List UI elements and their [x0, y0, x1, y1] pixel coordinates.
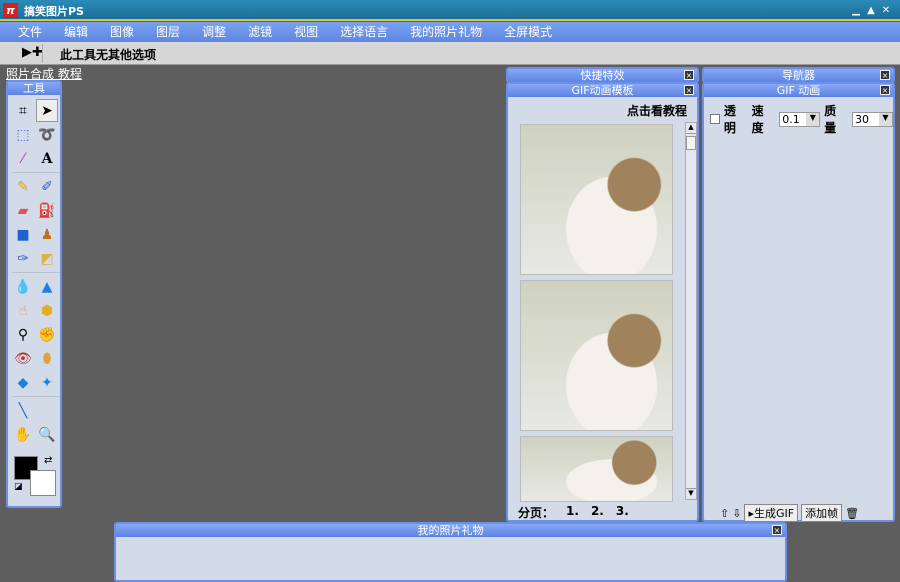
default-colors-icon[interactable]: ◪ [14, 482, 23, 492]
toolbox-title: 工具 [8, 82, 60, 95]
gif-animation-panel: GIF 动画 × 透明 速度 0.1 ▼ 质量 30 ▼ ⇧ ⇩ ▸生成GIF 添加帧… [702, 82, 895, 522]
close-icon[interactable]: ✕ [880, 5, 892, 16]
gradient-icon[interactable]: ■ [12, 223, 34, 246]
menu-fullscreen[interactable]: 全屏模式 [504, 22, 552, 42]
sharpen-icon[interactable]: ▲ [36, 275, 58, 298]
quality-select[interactable]: 30 ▼ [852, 111, 893, 127]
options-text: 此工具无其他选项 [60, 48, 157, 62]
speed-select[interactable]: 0.1 ▼ [779, 111, 821, 127]
close-icon[interactable]: × [772, 525, 782, 535]
move-up-icon[interactable]: ⇧ [720, 507, 729, 520]
red-eye-icon[interactable]: 👁 [12, 347, 34, 370]
add-frame-button[interactable]: 添加帧 [801, 504, 843, 522]
navigator-title: 导航器 [782, 69, 815, 82]
transparent-checkbox[interactable] [710, 114, 720, 124]
bandage-icon[interactable]: ⬮ [36, 347, 58, 370]
hand-icon[interactable]: ✋ [12, 423, 34, 446]
menu-filter[interactable]: 滤镜 [248, 22, 272, 42]
gif-templates-panel: GIF动画模板 × 点击看教程 ▲ ▼ 分页： 1. 2. 3. [506, 82, 699, 522]
app-logo-icon: π [3, 3, 18, 18]
move-icon[interactable]: ➤ [36, 99, 58, 122]
crop-icon[interactable]: ⌗ [12, 99, 34, 122]
replace-color-icon[interactable]: ✑ [12, 247, 34, 270]
brush-icon[interactable]: ✐ [36, 175, 58, 198]
close-icon[interactable]: × [880, 70, 890, 80]
move-down-icon[interactable]: ⇩ [732, 507, 741, 520]
generate-gif-button[interactable]: ▸生成GIF [744, 504, 799, 522]
menu-image[interactable]: 图像 [110, 22, 134, 42]
templates-tutorial-link[interactable]: 点击看教程 [627, 102, 687, 119]
scroll-down-icon[interactable]: ▼ [686, 488, 696, 499]
gif-animation-title: GIF 动画 [776, 84, 821, 97]
transparent-label: 透明 [723, 104, 736, 135]
minimize-icon[interactable]: ▁ [850, 5, 862, 16]
menu-edit[interactable]: 编辑 [64, 22, 88, 42]
scroll-thumb[interactable] [686, 136, 696, 150]
title-bar: π 搞笑图片PS ▁ ▲ ✕ [0, 0, 900, 21]
eraser-icon[interactable]: ▰ [12, 199, 34, 222]
trash-icon[interactable]: 🗑 [845, 507, 859, 520]
template-thumbnail[interactable] [520, 124, 673, 275]
menu-adjust[interactable]: 调整 [202, 22, 226, 42]
maximize-icon[interactable]: ▲ [865, 5, 877, 16]
shape-icon[interactable]: ◩ [36, 247, 58, 270]
close-icon[interactable]: × [880, 85, 890, 95]
page-link-2[interactable]: 2. [591, 504, 604, 521]
page-link-3[interactable]: 3. [616, 504, 629, 521]
template-thumbnail[interactable] [520, 436, 673, 502]
pinch-icon[interactable]: ✦ [36, 371, 58, 394]
page-label: 分页： [518, 506, 555, 520]
page-link-1[interactable]: 1. [566, 504, 579, 521]
pencil-icon[interactable]: ✎ [12, 175, 34, 198]
swap-colors-icon[interactable]: ⇄ [44, 455, 52, 466]
speed-label: 速度 [751, 104, 764, 135]
close-icon[interactable]: × [684, 70, 694, 80]
app-title: 搞笑图片PS [24, 5, 84, 18]
eyedropper-icon[interactable]: ╲ [12, 399, 34, 422]
smudge-icon[interactable]: ☝ [12, 299, 34, 322]
chevron-down-icon: ▼ [806, 112, 820, 126]
blur-icon[interactable]: 💧 [12, 275, 34, 298]
photo-gifts-title: 我的照片礼物 [417, 524, 484, 537]
template-thumbnail[interactable] [520, 280, 673, 431]
close-icon[interactable]: × [684, 85, 694, 95]
menu-layer[interactable]: 图层 [156, 22, 180, 42]
toolbox-panel: 工具 ⌗ ➤ ⬚ ➰ ⁄ A ✎ ✐ ▰ ⛽ ■ ♟ ✑ ◩ 💧 ▲ ☝ ⬢ ⚲… [6, 80, 62, 508]
chevron-down-icon: ▼ [879, 112, 892, 126]
quality-label: 质量 [824, 104, 837, 135]
menu-file[interactable]: 文件 [18, 22, 42, 42]
background-color-swatch[interactable] [30, 470, 56, 496]
paint-bucket-icon[interactable]: ⛽ [36, 199, 58, 222]
photo-gifts-panel: 我的照片礼物 × [114, 522, 787, 582]
dodge-icon[interactable]: ⚲ [12, 323, 34, 346]
lasso-icon[interactable]: ➰ [36, 123, 58, 146]
menu-language[interactable]: 选择语言 [340, 22, 388, 42]
menu-gifts[interactable]: 我的照片礼物 [410, 22, 482, 42]
move-tool-icon: ▶✚ [22, 45, 43, 60]
magic-wand-icon[interactable]: ⁄ [12, 147, 34, 170]
quick-effects-panel: 快捷特效 × [506, 67, 699, 83]
burn-icon[interactable]: ✊ [36, 323, 58, 346]
menu-bar: 文件 编辑 图像 图层 调整 滤镜 视图 选择语言 我的照片礼物 全屏模式 [0, 22, 900, 42]
text-tool-icon[interactable]: A [36, 147, 58, 170]
navigator-panel: 导航器 × [702, 67, 895, 83]
scroll-up-icon[interactable]: ▲ [686, 123, 696, 134]
scrollbar[interactable]: ▲ ▼ [685, 122, 697, 500]
sponge-icon[interactable]: ⬢ [36, 299, 58, 322]
bloat-icon[interactable]: ◆ [12, 371, 34, 394]
marquee-icon[interactable]: ⬚ [12, 123, 34, 146]
stamp-icon[interactable]: ♟ [36, 223, 58, 246]
quick-effects-title: 快捷特效 [580, 69, 625, 82]
menu-view[interactable]: 视图 [294, 22, 318, 42]
zoom-icon[interactable]: 🔍 [36, 423, 58, 446]
divider [42, 44, 43, 63]
gif-templates-title: GIF动画模板 [571, 84, 634, 97]
